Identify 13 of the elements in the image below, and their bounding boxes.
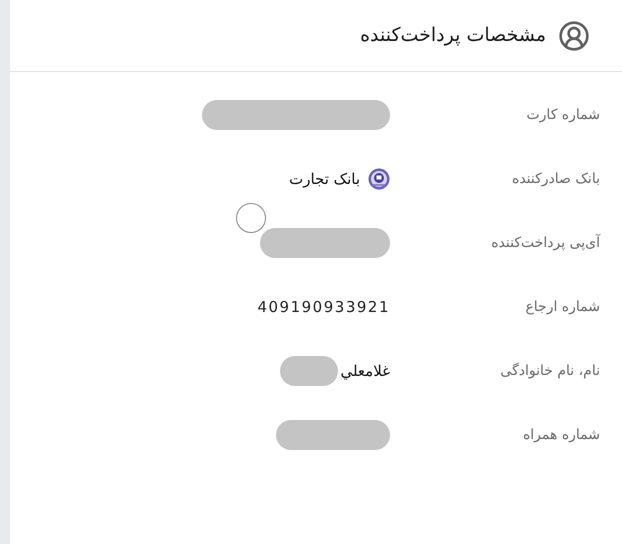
field-label: نام، نام خانوادگی [499, 362, 600, 380]
field-label: شماره ارجاع [524, 298, 600, 316]
payer-name: غلامعلي [340, 360, 390, 382]
field-label: آی‌پی پرداخت‌کننده [490, 233, 600, 252]
bank-logo-icon [368, 168, 390, 190]
field-label: شماره همراه [522, 426, 600, 444]
card-title: مشخصات پرداخت‌کننده [360, 23, 546, 48]
bank-name: بانک تجارت [289, 168, 360, 190]
user-icon [558, 20, 590, 52]
redacted-value [280, 356, 338, 386]
reference-number: 409190933921 [257, 296, 390, 318]
field-label: بانک صادرکننده [511, 170, 600, 188]
field-label: شماره کارت [525, 106, 600, 124]
